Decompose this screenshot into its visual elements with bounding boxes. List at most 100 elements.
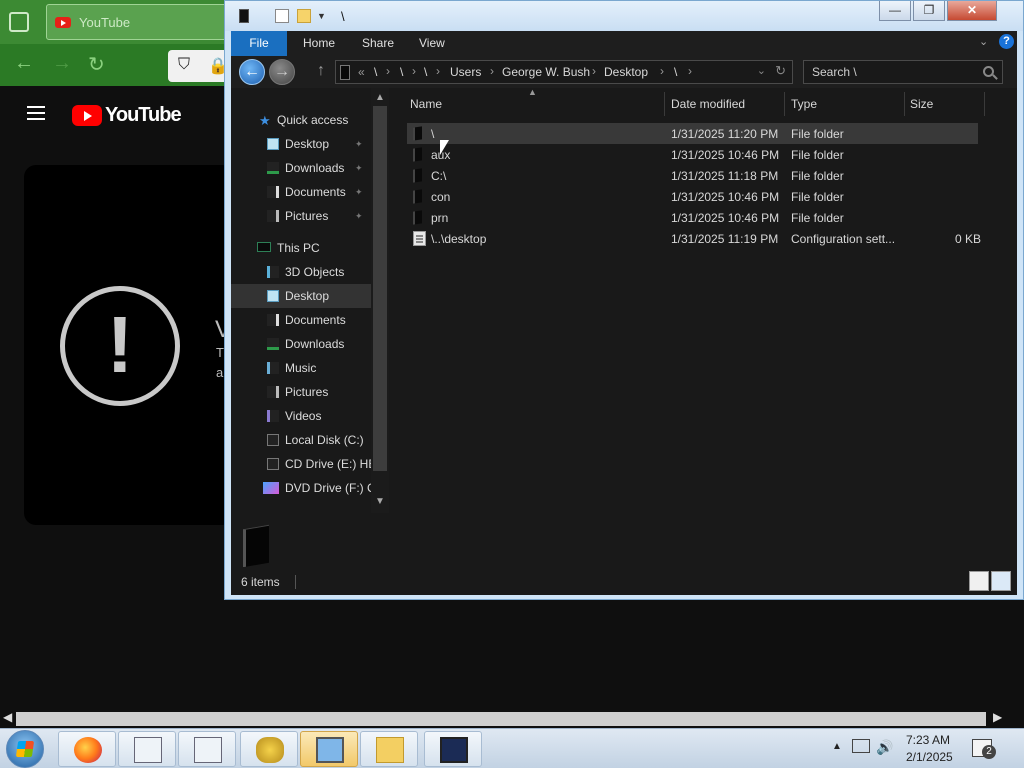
breadcrumb-separator[interactable]: › [688, 64, 692, 78]
table-row[interactable]: aux 1/31/2025 10:46 PM File folder [407, 144, 978, 165]
browser-back-icon[interactable]: ← [14, 52, 34, 75]
address-bar[interactable]: « \ › \ › \ › Users › George W. Bush › D… [335, 60, 793, 84]
column-divider[interactable] [664, 92, 665, 116]
chevron-down-icon[interactable]: ▼ [317, 11, 331, 25]
up-icon[interactable]: ↑ [317, 62, 325, 80]
column-header-type[interactable]: Type [791, 97, 817, 111]
nav-pane-scrollbar[interactable]: ▲ ▼ [371, 88, 389, 513]
breadcrumb-separator[interactable]: › [490, 64, 494, 78]
expand-ribbon-icon[interactable]: ⌄ [979, 35, 988, 48]
breadcrumb-item[interactable]: George W. Bush [502, 65, 590, 79]
sidebar-item-downloads-pc[interactable]: Downloads [231, 332, 371, 356]
shield-icon[interactable]: ⛉ [178, 56, 190, 74]
sidebar-item-pictures[interactable]: Pictures ✦ [231, 204, 371, 228]
breadcrumb-separator[interactable]: › [436, 64, 440, 78]
table-row[interactable]: \..\desktop 1/31/2025 11:19 PM Configura… [407, 228, 981, 249]
sidebar-item-music[interactable]: Music [231, 356, 371, 380]
scrollbar-thumb[interactable] [373, 106, 387, 471]
taskbar-app-window[interactable] [118, 731, 176, 767]
refresh-icon[interactable]: ↻ [775, 63, 786, 79]
sidebar-item-desktop-pc[interactable]: Desktop [231, 284, 371, 308]
browser-tab-youtube[interactable]: YouTube [46, 4, 228, 40]
sidebar-item-documents[interactable]: Documents ✦ [231, 180, 371, 204]
sidebar-item-pictures-pc[interactable]: Pictures [231, 380, 371, 404]
sidebar-item-local-disk-c[interactable]: Local Disk (C:) [231, 428, 371, 452]
details-view-icon[interactable] [969, 571, 989, 591]
sidebar-item-videos[interactable]: Videos [231, 404, 371, 428]
column-header-date-modified[interactable]: Date modified [671, 97, 745, 111]
column-header-size[interactable]: Size [910, 97, 933, 111]
start-button[interactable] [6, 730, 44, 768]
sidebar-item-this-pc[interactable]: This PC [231, 236, 371, 260]
address-dropdown-icon[interactable]: ⌄ [757, 64, 766, 77]
browser-reload-icon[interactable]: ↻ [88, 52, 105, 77]
help-icon[interactable]: ? [999, 34, 1014, 49]
column-divider[interactable] [984, 92, 985, 116]
taskbar-file-explorer[interactable] [360, 731, 418, 767]
breadcrumb-item[interactable]: \ [400, 65, 403, 79]
pane-splitter[interactable] [389, 88, 407, 513]
sidebar-item-desktop[interactable]: Desktop ✦ [231, 132, 371, 156]
properties-icon[interactable] [275, 9, 289, 23]
table-row[interactable]: C:\ 1/31/2025 11:18 PM File folder [407, 165, 978, 186]
breadcrumb-item[interactable]: \ [374, 65, 377, 79]
search-input[interactable]: Search \ [812, 65, 857, 79]
sidebar-item-downloads[interactable]: Downloads ✦ [231, 156, 371, 180]
tab-file[interactable]: File [231, 31, 287, 56]
new-folder-icon[interactable] [297, 9, 311, 23]
taskbar-app-active[interactable] [300, 731, 358, 767]
list-all-tabs-icon[interactable] [9, 12, 29, 32]
column-header-name[interactable]: Name [410, 97, 442, 111]
breadcrumb-item[interactable]: \ [424, 65, 427, 79]
column-divider[interactable] [784, 92, 785, 116]
sidebar-item-documents-pc[interactable]: Documents [231, 308, 371, 332]
volume-icon[interactable]: 🔊 [876, 739, 893, 756]
back-button[interactable]: ← [239, 59, 265, 85]
large-icons-view-icon[interactable] [991, 571, 1011, 591]
search-icon[interactable] [983, 66, 994, 77]
column-divider[interactable] [904, 92, 905, 116]
sidebar-item-cd-drive-e[interactable]: CD Drive (E:) HB [231, 452, 376, 476]
maximize-button[interactable]: ❐ [913, 1, 945, 21]
horizontal-scrollbar[interactable]: ◀ ▶ [0, 710, 1024, 728]
youtube-logo[interactable]: YouTube [72, 104, 182, 127]
taskbar-app-tool[interactable] [240, 731, 298, 767]
close-button[interactable]: ✕ [947, 1, 997, 21]
breadcrumb-item[interactable]: Desktop [604, 65, 648, 79]
breadcrumb-separator[interactable]: › [660, 64, 664, 78]
breadcrumb-separator[interactable]: › [592, 64, 596, 78]
breadcrumb-item[interactable]: \ [674, 65, 677, 79]
scroll-up-icon[interactable]: ▲ [375, 92, 385, 103]
network-icon[interactable] [852, 739, 870, 753]
sidebar-item-quick-access[interactable]: ★ Quick access [231, 108, 371, 132]
tab-home[interactable]: Home [289, 31, 349, 56]
table-row[interactable]: \ 1/31/2025 11:20 PM File folder [407, 123, 978, 144]
file-explorer-window[interactable]: ▼ \ — ❐ ✕ File Home Share View ⌄ ? ← → ↑… [224, 0, 1024, 600]
file-list[interactable]: Name ▲ Date modified Type Size \ 1/31/20… [407, 87, 1017, 513]
scrollbar-thumb[interactable] [16, 712, 986, 726]
taskbar-app-window[interactable] [178, 731, 236, 767]
sidebar-item-dvd-drive-f[interactable]: DVD Drive (F:) C [231, 476, 376, 500]
minimize-button[interactable]: — [879, 1, 911, 21]
table-row[interactable]: prn 1/31/2025 10:46 PM File folder [407, 207, 978, 228]
show-hidden-icons-icon[interactable]: ▲ [832, 741, 842, 752]
forward-button[interactable]: → [269, 59, 295, 85]
tab-view[interactable]: View [405, 31, 459, 56]
tab-share[interactable]: Share [348, 31, 408, 56]
sidebar-item-3d-objects[interactable]: 3D Objects [231, 260, 371, 284]
taskbar-app-screen[interactable] [424, 731, 482, 767]
taskbar-firefox[interactable] [58, 731, 116, 767]
breadcrumb-overflow[interactable]: « [358, 65, 365, 79]
breadcrumb-item[interactable]: Users [450, 65, 481, 79]
breadcrumb-separator[interactable]: › [386, 64, 390, 78]
breadcrumb-separator[interactable]: › [412, 64, 416, 78]
search-box[interactable]: Search \ [803, 60, 1003, 84]
scroll-right-icon[interactable]: ▶ [993, 710, 1002, 724]
title-bar[interactable]: ▼ \ — ❐ ✕ [225, 1, 1023, 31]
scroll-left-icon[interactable]: ◀ [3, 710, 12, 724]
browser-forward-icon[interactable]: → [52, 52, 72, 75]
scroll-down-icon[interactable]: ▼ [375, 496, 385, 507]
menu-icon[interactable] [27, 106, 45, 120]
table-row[interactable]: con 1/31/2025 10:46 PM File folder [407, 186, 978, 207]
clock-date[interactable]: 2/1/2025 [906, 750, 953, 764]
